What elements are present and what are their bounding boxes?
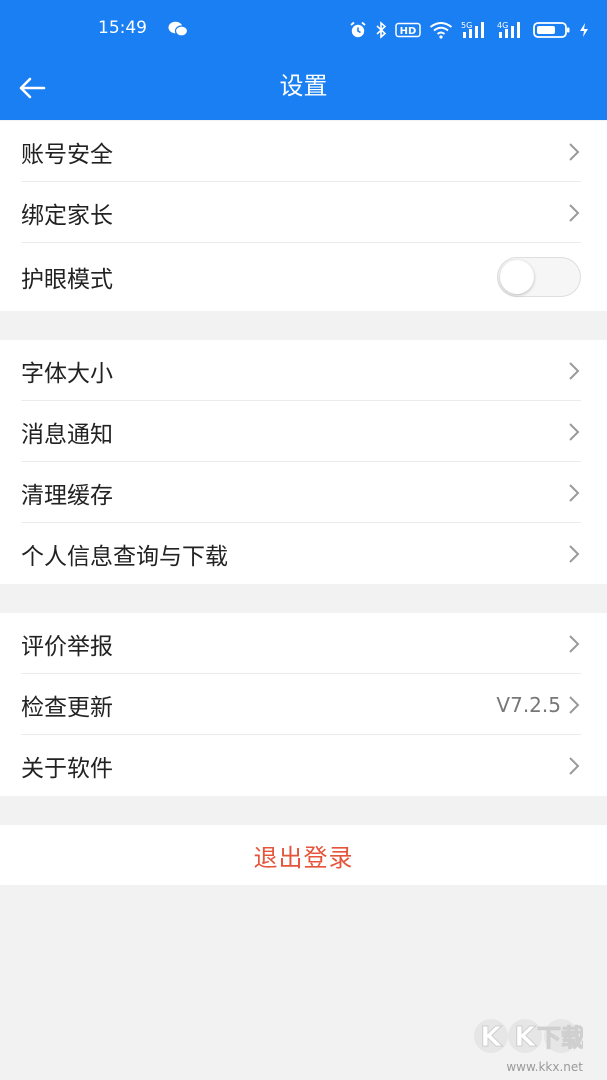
row-eye-protection: 护眼模式 [0,243,607,311]
charging-icon [579,22,589,38]
settings-group-about: 评价举报 检查更新 V7.2.5 关于软件 [0,613,607,796]
version-value: V7.2.5 [496,692,561,717]
chevron-right-icon [569,142,580,161]
hd-label: HD [400,26,417,37]
row-check-update[interactable]: 检查更新 V7.2.5 [0,674,607,735]
4g-label: 4G [497,21,508,30]
alarm-icon [349,21,367,39]
chevron-right-icon [569,483,580,502]
row-label: 消息通知 [21,421,113,448]
chevron-right-icon [569,544,580,563]
logout-button[interactable]: 退出登录 [0,825,607,885]
row-label: 账号安全 [21,141,113,168]
5g-label: 5G [461,21,472,30]
row-feedback-report[interactable]: 评价举报 [0,613,607,674]
row-label: 评价举报 [21,633,113,660]
status-time: 15:49 [98,18,147,38]
row-label: 检查更新 [21,694,113,721]
row-bind-parent[interactable]: 绑定家长 [0,182,607,243]
chevron-right-icon [569,634,580,653]
row-personal-info[interactable]: 个人信息查询与下载 [0,523,607,584]
status-icons: HD 5G 4G [349,17,589,43]
watermark-url: www.kkx.net [506,1060,583,1074]
row-label: 清理缓存 [21,482,113,509]
header: 15:49 HD 5G 4G 设置 [0,0,607,120]
row-about-app[interactable]: 关于软件 [0,735,607,796]
wifi-icon [429,21,453,39]
row-label: 护眼模式 [21,267,113,293]
wechat-icon [168,21,189,41]
settings-screen: 15:49 HD 5G 4G 设置 账号安全 绑定家长 护眼模式 字体大小 消息… [0,0,607,1080]
toolbar: 设置 [0,60,607,120]
svg-text:K: K [480,1020,503,1053]
chevron-right-icon [569,756,580,775]
svg-text:K: K [514,1020,537,1053]
watermark-logo: K K 下载 www.kkx.net [473,1006,583,1074]
row-label: 关于软件 [21,755,113,782]
battery-icon [533,21,571,39]
logout-label: 退出登录 [253,843,354,872]
toggle-knob [500,260,534,294]
5g-signal-icon: 5G [461,20,489,40]
row-account-security[interactable]: 账号安全 [0,121,607,182]
chevron-right-icon [569,695,580,714]
svg-text:下载: 下载 [537,1024,583,1052]
settings-group-general: 字体大小 消息通知 清理缓存 个人信息查询与下载 [0,340,607,584]
chevron-right-icon [569,422,580,441]
row-label: 字体大小 [21,360,113,387]
page-title: 设置 [279,72,328,100]
status-bar: 15:49 HD 5G 4G [0,0,607,60]
row-notifications[interactable]: 消息通知 [0,401,607,462]
row-label: 个人信息查询与下载 [21,543,228,570]
settings-group-account: 账号安全 绑定家长 护眼模式 [0,121,607,311]
row-clear-cache[interactable]: 清理缓存 [0,462,607,523]
4g-signal-icon: 4G [497,20,525,40]
bluetooth-icon [375,21,387,39]
hd-icon: HD [395,22,421,38]
chevron-right-icon [569,203,580,222]
row-label: 绑定家长 [21,202,113,229]
kk-logo-icon: K K 下载 [474,1019,583,1054]
row-font-size[interactable]: 字体大小 [0,340,607,401]
chevron-right-icon [569,361,580,380]
eye-protection-toggle[interactable] [497,257,581,297]
